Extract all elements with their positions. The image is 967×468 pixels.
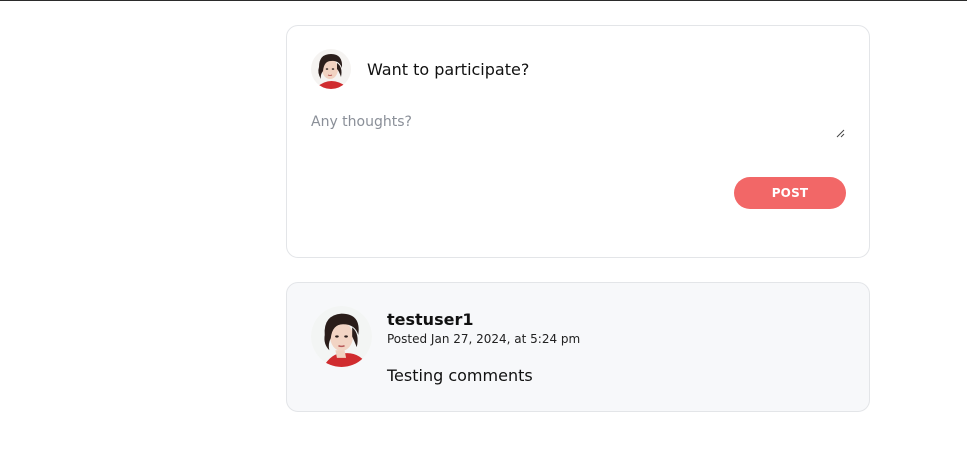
comment-author-name: testuser1 <box>387 310 474 329</box>
comment-compose-card: Want to participate? POST <box>286 25 870 258</box>
user-avatar-icon <box>311 306 372 367</box>
user-avatar <box>311 49 351 89</box>
post-button[interactable]: POST <box>734 177 846 209</box>
user-avatar-icon <box>311 49 351 89</box>
top-divider <box>0 0 967 1</box>
resize-grip-icon[interactable] <box>835 128 845 138</box>
comment-item: testuser1 Posted Jan 27, 2024, at 5:24 p… <box>286 282 870 412</box>
comment-timestamp: Posted Jan 27, 2024, at 5:24 pm <box>387 332 581 346</box>
comment-input[interactable] <box>309 112 847 139</box>
comment-author-avatar <box>311 306 372 367</box>
comment-body: Testing comments <box>387 366 533 385</box>
compose-title: Want to participate? <box>367 60 530 79</box>
